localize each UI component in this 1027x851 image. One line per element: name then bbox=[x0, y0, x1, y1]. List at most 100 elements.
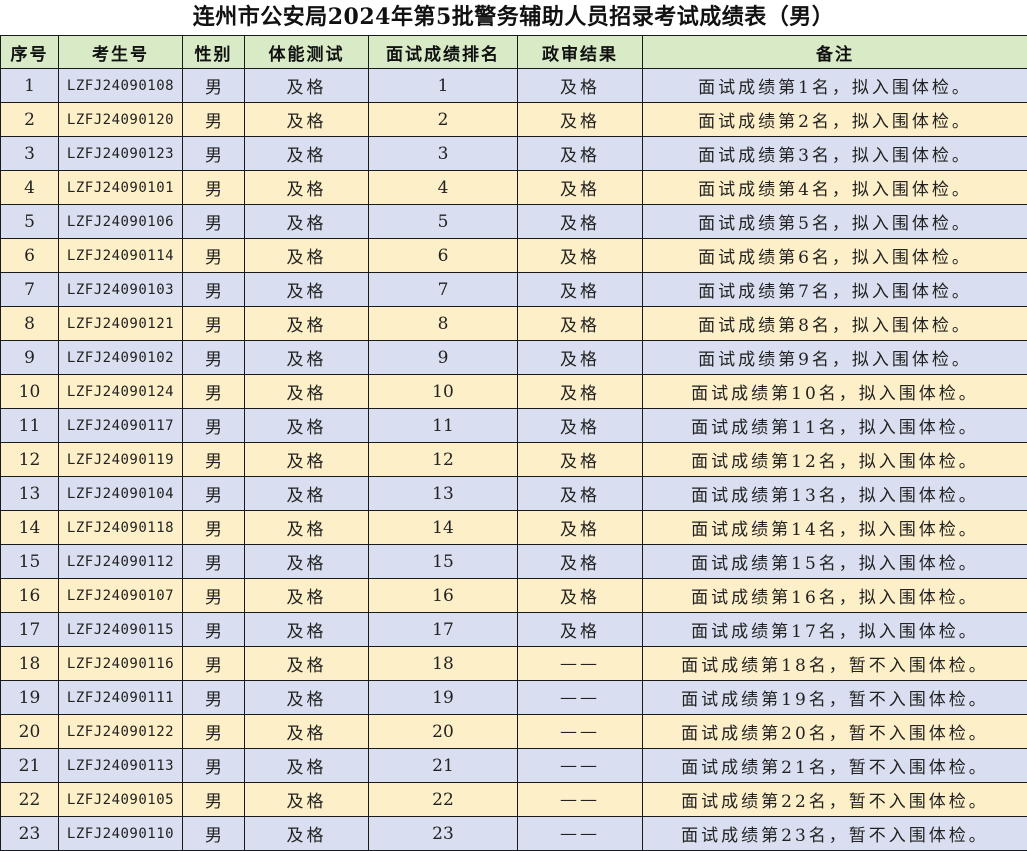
header-fitness-test: 体能测试 bbox=[244, 35, 369, 69]
fitness-test-cell: 及格 bbox=[244, 680, 369, 715]
remarks-cell: 面试成绩第16名，拟入围体检。 bbox=[642, 578, 1027, 613]
serial-cell: 10 bbox=[0, 374, 59, 409]
gender-cell: 男 bbox=[182, 714, 245, 749]
candidate-id-cell: LZFJ24090122 bbox=[58, 714, 183, 749]
remarks-cell: 面试成绩第8名，拟入围体检。 bbox=[642, 306, 1027, 341]
gender-cell: 男 bbox=[182, 782, 245, 817]
table-row: 7 LZFJ24090103 男及格 7 及格 面试成绩第7名，拟入围体检。 bbox=[0, 272, 1027, 307]
political-review-cell: 及格 bbox=[517, 408, 643, 443]
table-row: 22 LZFJ24090105 男及格 22 —— 面试成绩第22名，暂不入围体检。 bbox=[0, 782, 1027, 817]
candidate-id-cell: LZFJ24090113 bbox=[58, 748, 183, 783]
political-review-cell: 及格 bbox=[517, 272, 643, 307]
serial-cell: 12 bbox=[0, 442, 59, 477]
candidate-id-cell: LZFJ24090104 bbox=[58, 476, 183, 511]
gender-cell: 男 bbox=[182, 646, 245, 681]
gender-cell: 男 bbox=[182, 510, 245, 545]
remarks-cell: 面试成绩第13名，拟入围体检。 bbox=[642, 476, 1027, 511]
candidate-id-cell: LZFJ24090110 bbox=[58, 816, 183, 851]
table-row: 3 LZFJ24090123 男及格 3 及格 面试成绩第3名，拟入围体检。 bbox=[0, 136, 1027, 171]
fitness-test-cell: 及格 bbox=[244, 646, 369, 681]
gender-cell: 男 bbox=[182, 748, 245, 783]
serial-cell: 1 bbox=[0, 68, 59, 103]
remarks-cell: 面试成绩第4名，拟入围体检。 bbox=[642, 170, 1027, 205]
interview-rank-cell: 4 bbox=[368, 170, 518, 205]
serial-cell: 6 bbox=[0, 238, 59, 273]
fitness-test-cell: 及格 bbox=[244, 204, 369, 239]
candidate-id-cell: LZFJ24090105 bbox=[58, 782, 183, 817]
interview-rank-cell: 14 bbox=[368, 510, 518, 545]
remarks-cell: 面试成绩第1名，拟入围体检。 bbox=[642, 68, 1027, 103]
fitness-test-cell: 及格 bbox=[244, 476, 369, 511]
remarks-cell: 面试成绩第21名，暂不入围体检。 bbox=[642, 748, 1027, 783]
political-review-cell: 及格 bbox=[517, 340, 643, 375]
serial-cell: 8 bbox=[0, 306, 59, 341]
table-header: 序号 考生号 性别 体能测试 面试成绩排名 政审结果 备注 bbox=[0, 35, 1027, 69]
remarks-cell: 面试成绩第9名，拟入围体检。 bbox=[642, 340, 1027, 375]
table-row: 20 LZFJ24090122 男及格 20 —— 面试成绩第20名，暂不入围体检。 bbox=[0, 714, 1027, 749]
interview-rank-cell: 12 bbox=[368, 442, 518, 477]
fitness-test-cell: 及格 bbox=[244, 340, 369, 375]
table-row: 14 LZFJ24090118 男及格 14 及格 面试成绩第14名，拟入围体检。 bbox=[0, 510, 1027, 545]
interview-rank-cell: 18 bbox=[368, 646, 518, 681]
candidate-id-cell: LZFJ24090103 bbox=[58, 272, 183, 307]
candidate-id-cell: LZFJ24090123 bbox=[58, 136, 183, 171]
table-row: 9 LZFJ24090102 男及格 9 及格 面试成绩第9名，拟入围体检。 bbox=[0, 340, 1027, 375]
political-review-cell: —— bbox=[517, 748, 643, 783]
candidate-id-cell: LZFJ24090102 bbox=[58, 340, 183, 375]
candidate-id-cell: LZFJ24090107 bbox=[58, 578, 183, 613]
remarks-cell: 面试成绩第12名，拟入围体检。 bbox=[642, 442, 1027, 477]
remarks-cell: 面试成绩第7名，拟入围体检。 bbox=[642, 272, 1027, 307]
political-review-cell: 及格 bbox=[517, 170, 643, 205]
political-review-cell: 及格 bbox=[517, 476, 643, 511]
fitness-test-cell: 及格 bbox=[244, 374, 369, 409]
gender-cell: 男 bbox=[182, 340, 245, 375]
candidate-id-cell: LZFJ24090116 bbox=[58, 646, 183, 681]
remarks-cell: 面试成绩第18名，暂不入围体检。 bbox=[642, 646, 1027, 681]
interview-rank-cell: 22 bbox=[368, 782, 518, 817]
header-remarks: 备注 bbox=[642, 35, 1027, 69]
political-review-cell: 及格 bbox=[517, 510, 643, 545]
serial-cell: 17 bbox=[0, 612, 59, 647]
political-review-cell: 及格 bbox=[517, 204, 643, 239]
candidate-id-cell: LZFJ24090119 bbox=[58, 442, 183, 477]
interview-rank-cell: 13 bbox=[368, 476, 518, 511]
table-row: 4 LZFJ24090101 男及格 4 及格 面试成绩第4名，拟入围体检。 bbox=[0, 170, 1027, 205]
interview-rank-cell: 9 bbox=[368, 340, 518, 375]
political-review-cell: —— bbox=[517, 782, 643, 817]
gender-cell: 男 bbox=[182, 612, 245, 647]
results-table: 序号 考生号 性别 体能测试 面试成绩排名 政审结果 备注 1 LZFJ24090… bbox=[0, 35, 1027, 851]
fitness-test-cell: 及格 bbox=[244, 136, 369, 171]
political-review-cell: —— bbox=[517, 816, 643, 851]
remarks-cell: 面试成绩第23名，暂不入围体检。 bbox=[642, 816, 1027, 851]
table-row: 6 LZFJ24090114 男及格 6 及格 面试成绩第6名，拟入围体检。 bbox=[0, 238, 1027, 273]
gender-cell: 男 bbox=[182, 816, 245, 851]
political-review-cell: —— bbox=[517, 646, 643, 681]
serial-cell: 5 bbox=[0, 204, 59, 239]
remarks-cell: 面试成绩第19名，暂不入围体检。 bbox=[642, 680, 1027, 715]
table-row: 2 LZFJ24090120 男及格 2 及格 面试成绩第2名，拟入围体检。 bbox=[0, 102, 1027, 137]
fitness-test-cell: 及格 bbox=[244, 102, 369, 137]
gender-cell: 男 bbox=[182, 272, 245, 307]
gender-cell: 男 bbox=[182, 170, 245, 205]
gender-cell: 男 bbox=[182, 680, 245, 715]
table-row: 23 LZFJ24090110 男及格 23 —— 面试成绩第23名，暂不入围体检。 bbox=[0, 816, 1027, 851]
interview-rank-cell: 8 bbox=[368, 306, 518, 341]
fitness-test-cell: 及格 bbox=[244, 544, 369, 579]
political-review-cell: 及格 bbox=[517, 68, 643, 103]
table-row: 12 LZFJ24090119 男及格 12 及格 面试成绩第12名，拟入围体检。 bbox=[0, 442, 1027, 477]
fitness-test-cell: 及格 bbox=[244, 714, 369, 749]
candidate-id-cell: LZFJ24090118 bbox=[58, 510, 183, 545]
header-interview-rank: 面试成绩排名 bbox=[368, 35, 518, 69]
table-row: 8 LZFJ24090121 男及格 8 及格 面试成绩第8名，拟入围体检。 bbox=[0, 306, 1027, 341]
serial-cell: 4 bbox=[0, 170, 59, 205]
remarks-cell: 面试成绩第3名，拟入围体检。 bbox=[642, 136, 1027, 171]
gender-cell: 男 bbox=[182, 476, 245, 511]
serial-cell: 22 bbox=[0, 782, 59, 817]
gender-cell: 男 bbox=[182, 408, 245, 443]
candidate-id-cell: LZFJ24090115 bbox=[58, 612, 183, 647]
remarks-cell: 面试成绩第11名，拟入围体检。 bbox=[642, 408, 1027, 443]
political-review-cell: 及格 bbox=[517, 544, 643, 579]
political-review-cell: 及格 bbox=[517, 374, 643, 409]
table-row: 11 LZFJ24090117 男及格 11 及格 面试成绩第11名，拟入围体检。 bbox=[0, 408, 1027, 443]
header-serial: 序号 bbox=[0, 35, 59, 69]
